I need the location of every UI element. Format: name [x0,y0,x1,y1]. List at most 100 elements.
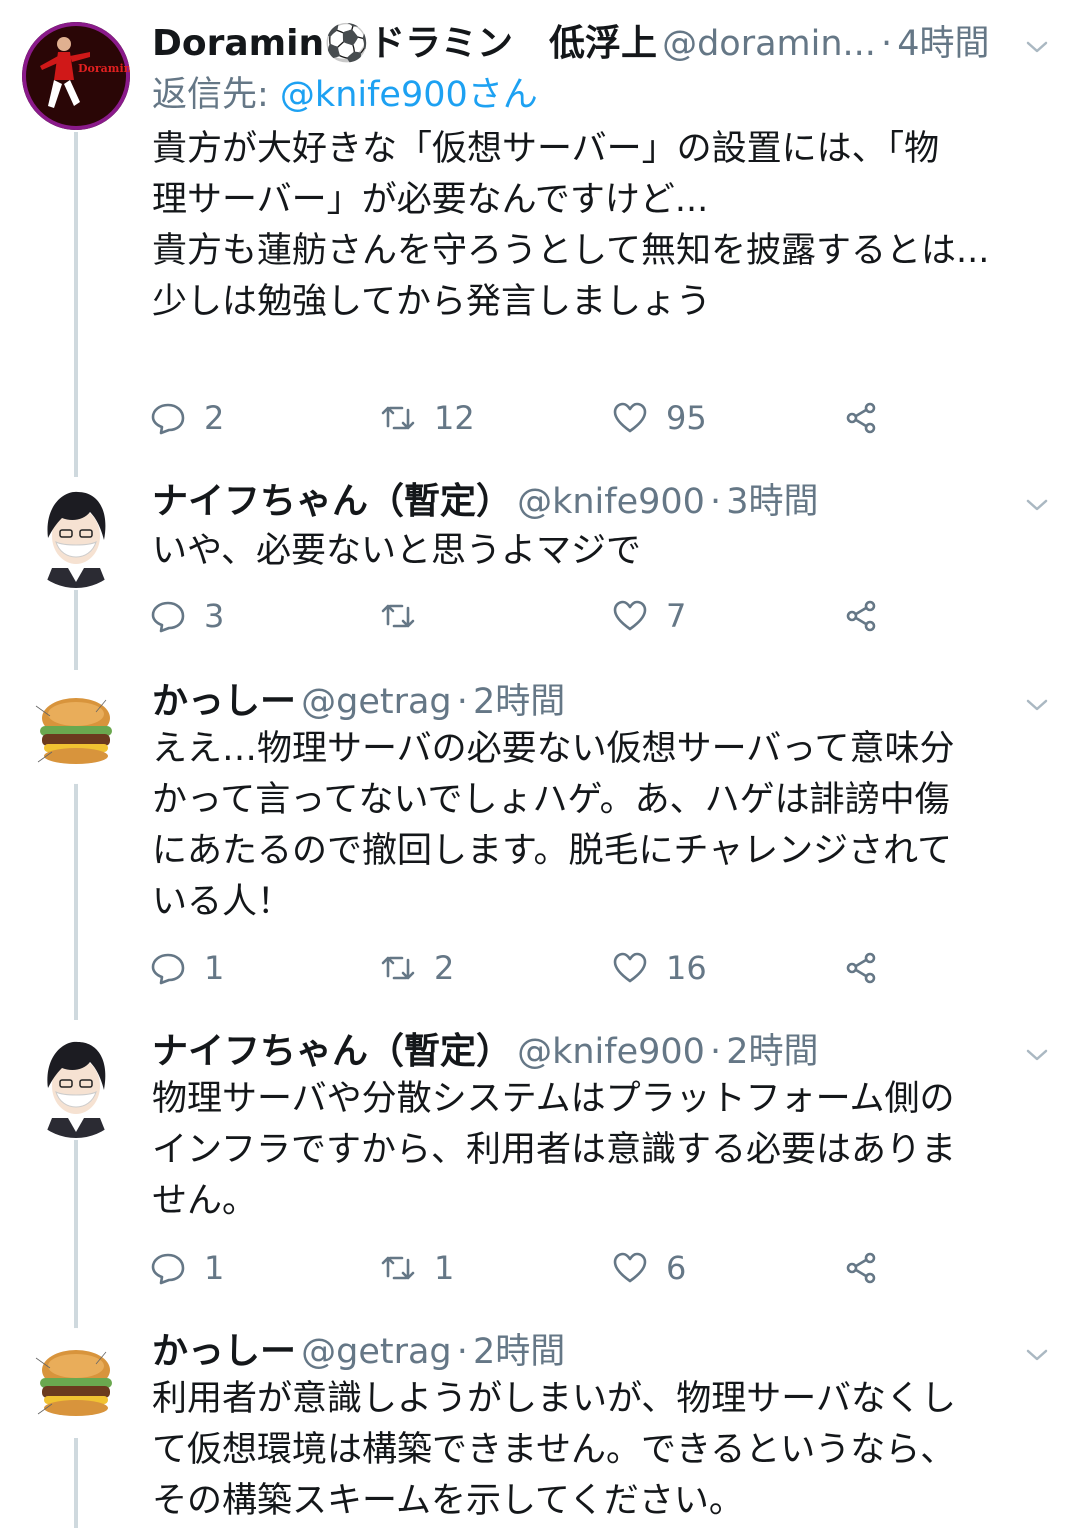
chevron-down-icon[interactable] [1022,490,1052,520]
tweet-text-line: 利用者が意識しようがしまいが、物理サーバなくし [152,1379,956,1419]
share-button[interactable] [844,1248,898,1288]
tweet-text: 利用者が意識しようがしまいが、物理サーバなくし て仮想環境は構築できません。でき… [152,1374,1052,1527]
tweet-actions: 1 2 16 [150,948,890,988]
tweet[interactable]: ナイフちゃん（暫定） @knife900 · 2時間 物理サーバや分散システムは… [0,1020,1078,1320]
timestamp[interactable]: 2時間 [726,1032,818,1072]
tweet-text-line: 理サーバー」が必要なんですけど... [152,180,709,220]
like-count: 6 [666,1249,687,1287]
reply-button[interactable]: 3 [150,596,224,636]
replying-to-link[interactable]: @knife900さん [280,75,538,115]
tweet-text-line: 貴方も蓮舫さんを守ろうとして無知を披露するとは... [152,231,990,271]
replying-to-prefix: 返信先: [152,75,280,115]
tweet-text-line: にあたるので撤回します。脱毛にチャレンジされて [152,831,953,871]
reply-count: 1 [204,949,225,987]
separator-dot: · [456,682,468,722]
avatar[interactable] [22,480,130,588]
share-button[interactable] [844,398,898,438]
share-icon [846,1252,876,1284]
tweet[interactable]: Doramin Doramin⚽ドラミン 低浮上 @doramin... · 4… [0,0,1078,470]
display-name[interactable]: ナイフちゃん（暫定） [152,1031,512,1072]
reply-icon [151,953,185,985]
username[interactable]: @doramin... [662,24,876,64]
tweet[interactable]: かっしー @getrag · 2時間 利用者が意識しようがしまいが、物理サーバな… [0,1320,1078,1528]
tweet-actions: 2 12 95 [150,398,890,438]
reply-button[interactable]: 1 [150,1248,224,1288]
reply-icon [151,1253,185,1285]
tweet-text: いや、必要ないと思うよマジで [152,526,1052,577]
username[interactable]: @knife900 [517,1032,705,1072]
timestamp[interactable]: 4時間 [897,24,989,64]
retweet-button[interactable]: 1 [380,1248,454,1288]
retweet-button[interactable]: 12 [380,398,475,438]
username[interactable]: @knife900 [517,482,705,522]
tweet-header: かっしー @getrag · 2時間 [152,1326,1018,1378]
tweet-text-line: 少しは勉強してから発言しましょう [152,282,711,322]
retweet-icon [381,1256,415,1280]
chevron-down-icon[interactable] [1022,1340,1052,1370]
chevron-down-icon[interactable] [1022,32,1052,62]
reply-count: 2 [204,399,225,437]
avatar-burger-image [22,1328,130,1436]
timestamp[interactable]: 2時間 [473,682,565,722]
avatar-burger-image [22,676,130,784]
reply-count: 3 [204,597,225,635]
tweet-text-line: いや、必要ないと思うよマジで [152,531,641,571]
tweet[interactable]: ナイフちゃん（暫定） @knife900 · 3時間 いや、必要ないと思うよマジ… [0,470,1078,670]
username[interactable]: @getrag [301,1332,452,1372]
reply-icon [151,601,185,633]
like-button[interactable]: 6 [612,1248,686,1288]
heart-icon [613,600,647,631]
share-button[interactable] [844,596,898,636]
share-icon [846,402,876,434]
chevron-down-icon[interactable] [1022,690,1052,720]
reply-icon [151,403,185,435]
display-name[interactable]: かっしー [152,681,296,722]
like-count: 95 [666,399,707,437]
retweet-icon [381,604,415,628]
avatar[interactable]: Doramin [22,22,130,130]
retweet-count: 12 [434,399,475,437]
tweet-header: ナイフちゃん（暫定） @knife900 · 3時間 [152,476,1018,528]
tweet-header: Doramin⚽ドラミン 低浮上 @doramin... · 4時間 [152,18,1018,70]
display-name[interactable]: Doramin⚽ドラミン 低浮上 [152,23,657,64]
username[interactable]: @getrag [301,682,452,722]
retweet-button[interactable] [380,596,434,636]
share-button[interactable] [844,948,898,988]
like-button[interactable]: 95 [612,398,707,438]
separator-dot: · [456,1332,468,1372]
separator-dot: · [710,482,722,522]
reply-button[interactable]: 1 [150,948,224,988]
avatar-knife-image [22,480,130,588]
avatar[interactable] [22,1030,130,1138]
avatar[interactable] [22,676,130,784]
tweet-text: ええ…物理サーバの必要ない仮想サーバって意味分 かって言ってないでしょハゲ。あ、… [152,724,1052,928]
replying-to: 返信先: @knife900さん [152,70,538,120]
tweet-text-line: その構築スキームを示してください。 [152,1481,744,1521]
tweet-text-line: て仮想環境は構築できません。できるというなら、 [152,1430,956,1470]
retweet-button[interactable]: 2 [380,948,454,988]
like-count: 16 [666,949,707,987]
avatar-doramin-image [22,22,130,130]
display-name[interactable]: かっしー [152,1331,296,1372]
reply-button[interactable]: 2 [150,398,224,438]
like-button[interactable]: 7 [612,596,686,636]
timestamp[interactable]: 2時間 [473,1332,565,1372]
avatar[interactable] [22,1328,130,1436]
chevron-down-icon[interactable] [1022,1040,1052,1070]
timestamp[interactable]: 3時間 [726,482,818,522]
heart-icon [613,402,647,433]
tweet-text-line: ええ…物理サーバの必要ない仮想サーバって意味分 [152,729,955,769]
share-icon [846,952,876,984]
tweet[interactable]: かっしー @getrag · 2時間 ええ…物理サーバの必要ない仮想サーバって意… [0,670,1078,1020]
like-button[interactable]: 16 [612,948,707,988]
avatar-knife-image [22,1030,130,1138]
share-icon [846,600,876,632]
reply-count: 1 [204,1249,225,1287]
tweet-actions: 3 7 [150,596,890,636]
separator-dot: · [881,24,893,64]
display-name[interactable]: ナイフちゃん（暫定） [152,481,512,522]
retweet-count: 1 [434,1249,455,1287]
tweet-text-line: 物理サーバや分散システムはプラットフォーム側の [152,1079,955,1119]
tweet-header: かっしー @getrag · 2時間 [152,676,1018,728]
heart-icon [613,1252,647,1283]
